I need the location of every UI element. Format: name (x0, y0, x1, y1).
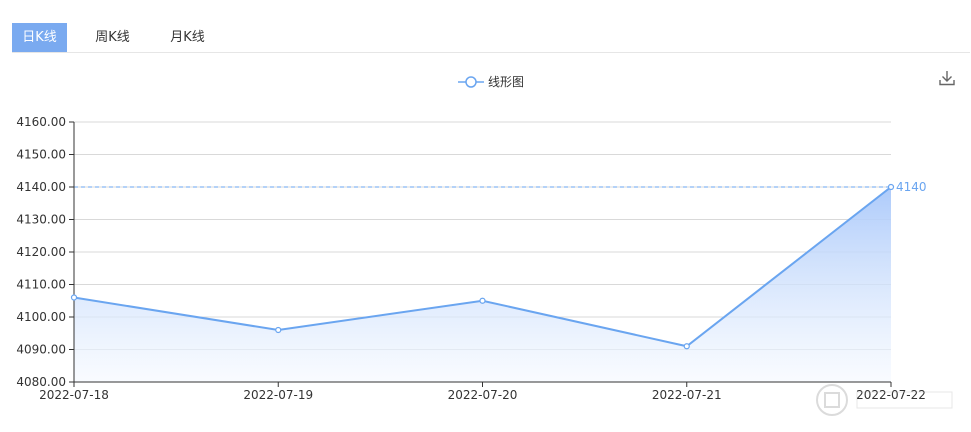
y-tick-label: 4100.00 (16, 310, 66, 324)
data-point[interactable] (479, 297, 486, 304)
y-tick-label: 4080.00 (16, 375, 66, 389)
data-point[interactable] (887, 183, 895, 191)
legend-label: 线形图 (488, 75, 524, 89)
y-tick-label: 4140.00 (16, 180, 66, 194)
data-point[interactable] (275, 326, 282, 334)
x-tick-label: 2022-07-20 (448, 388, 518, 402)
y-tick-label: 4110.00 (16, 278, 66, 292)
data-point[interactable] (683, 343, 690, 350)
y-tick-label: 4120.00 (16, 245, 66, 259)
watermark-logo (812, 380, 962, 420)
chart-legend[interactable]: 线形图 (458, 75, 524, 89)
mark-line-label: 4140 (896, 180, 927, 194)
legend-marker (465, 76, 477, 88)
y-tick-label: 4130.00 (16, 213, 66, 227)
y-tick-label: 4160.00 (16, 115, 66, 129)
x-tick-label: 2022-07-21 (652, 388, 722, 402)
y-tick-label: 4150.00 (16, 148, 66, 162)
y-tick-label: 4090.00 (16, 343, 66, 357)
x-tick-label: 2022-07-18 (39, 388, 109, 402)
data-point[interactable] (70, 294, 78, 301)
line-chart: 线形图 4140 4080.00 4090.00 4100.00 4110.00 412… (16, 75, 927, 402)
x-tick-label: 2022-07-19 (243, 388, 313, 402)
